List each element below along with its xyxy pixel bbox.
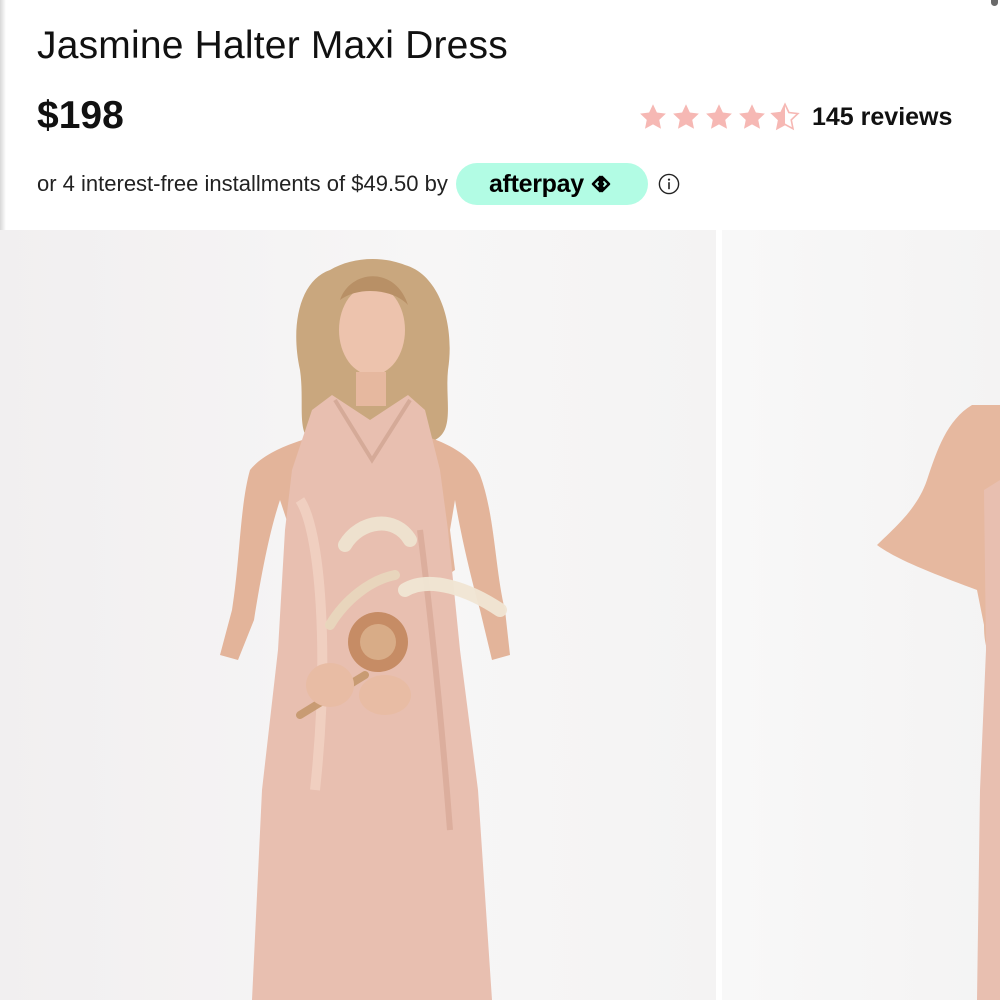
model-front-illustration xyxy=(220,258,510,1000)
info-circle-icon[interactable] xyxy=(658,173,680,195)
review-count-link[interactable]: 145 reviews xyxy=(812,103,952,132)
product-rating[interactable]: 145 reviews xyxy=(638,98,952,136)
star-full-icon xyxy=(739,104,765,129)
product-page: Jasmine Halter Maxi Dress $198 145 revie… xyxy=(0,0,1000,1000)
model-side-illustration xyxy=(877,405,1000,1000)
afterpay-label: afterpay xyxy=(488,169,584,198)
scrollbar-thumb[interactable] xyxy=(991,0,998,6)
afterpay-arrows-icon xyxy=(591,175,611,193)
star-full-icon xyxy=(673,104,699,129)
left-edge-shadow xyxy=(0,0,6,230)
rating-stars xyxy=(638,102,803,132)
product-price: $198 xyxy=(37,94,124,137)
star-full-icon xyxy=(640,104,666,129)
star-full-icon xyxy=(706,104,732,129)
product-image-front[interactable] xyxy=(0,230,716,1000)
installments-text: or 4 interest-free installments of $49.5… xyxy=(37,171,448,196)
afterpay-button[interactable]: afterpay xyxy=(455,163,648,205)
star-half-icon xyxy=(770,102,800,131)
product-gallery xyxy=(0,230,1000,1000)
installments-row: or 4 interest-free installments of $49.5… xyxy=(37,163,680,205)
product-image-side[interactable] xyxy=(722,230,1000,1000)
product-title: Jasmine Halter Maxi Dress xyxy=(37,24,508,67)
